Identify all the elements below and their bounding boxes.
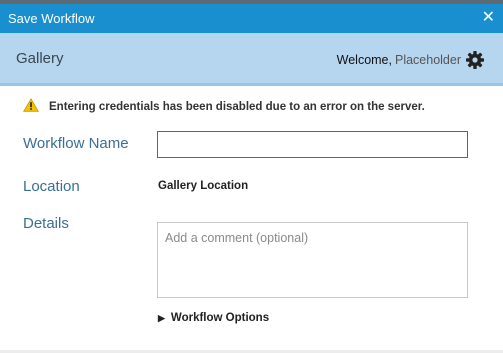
gallery-label: Gallery (16, 50, 64, 67)
gear-icon[interactable] (465, 50, 485, 70)
close-icon[interactable]: ✕ (482, 8, 495, 28)
location-label: Location (23, 178, 80, 195)
workflow-options-label: Workflow Options (170, 312, 270, 324)
details-textarea[interactable] (157, 222, 468, 298)
server-warning: Entering credentials has been disabled d… (23, 98, 425, 115)
warning-text: Entering credentials has been disabled d… (49, 100, 425, 113)
workflow-name-label: Workflow Name (23, 135, 129, 152)
title-bar: Save Workflow ✕ (0, 4, 503, 33)
location-value: Gallery Location (158, 180, 249, 192)
workflow-name-input[interactable] (157, 131, 468, 158)
details-label: Details (23, 215, 69, 232)
welcome-text: Welcome, Placeholder (337, 53, 461, 67)
warning-icon (23, 98, 49, 115)
welcome-user[interactable]: Placeholder (395, 53, 461, 67)
expand-triangle-icon: ▶ (158, 312, 165, 323)
window-title: Save Workflow (8, 11, 95, 26)
workflow-options-toggle[interactable]: ▶ Workflow Options (158, 312, 269, 324)
welcome-prefix: Welcome, (336, 53, 392, 67)
gallery-header: Gallery Welcome, Placeholder (0, 33, 503, 86)
